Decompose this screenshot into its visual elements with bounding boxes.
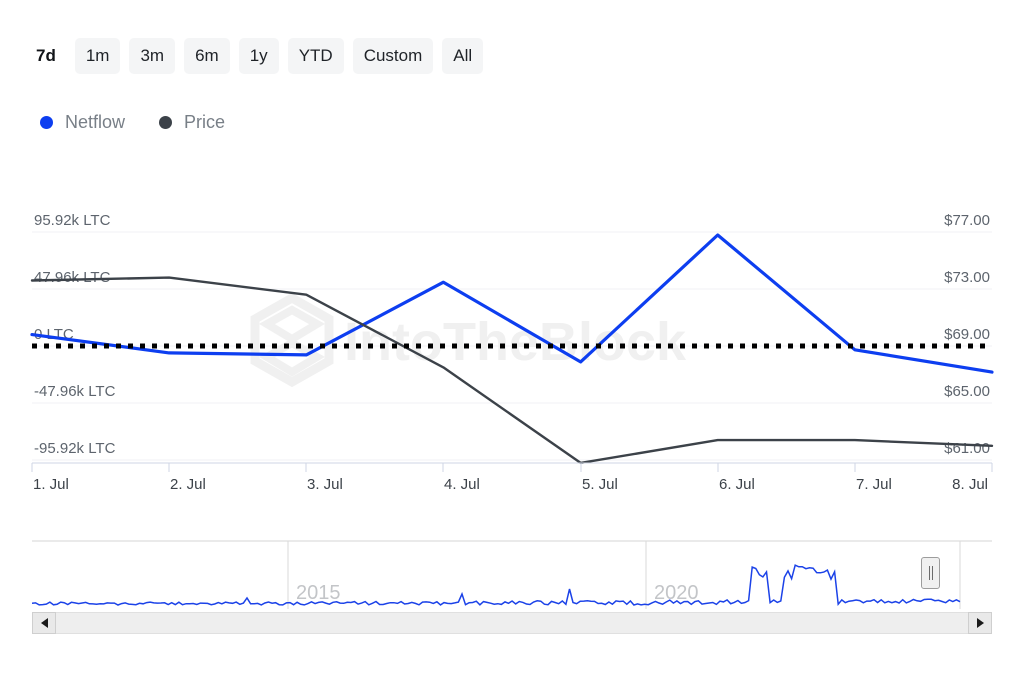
x-axis-tick-label: 6. Jul: [719, 476, 755, 490]
range-button-1y[interactable]: 1y: [239, 38, 279, 74]
scrollbar-thumb[interactable]: [56, 613, 968, 633]
triangle-right-icon: [977, 618, 984, 628]
x-axis-labels: 1. Jul 2. Jul 3. Jul 4. Jul 5. Jul 6. Jul 7. J…: [33, 476, 988, 490]
scrollbar-track[interactable]: [56, 612, 968, 634]
main-chart[interactable]: IntoTheBlock 95.92k LTC47.96k LTC0 LTC-4…: [0, 190, 1024, 490]
navigator-series-line: [32, 565, 960, 605]
chart-svg: IntoTheBlock 95.92k LTC47.96k LTC0 LTC-4…: [0, 190, 1024, 490]
left-axis-tick-label: -47.96k LTC: [34, 383, 116, 400]
legend-label: Price: [184, 113, 225, 131]
left-axis-tick-label: -95.92k LTC: [34, 440, 116, 457]
range-button-custom[interactable]: Custom: [353, 38, 434, 74]
legend-label: Netflow: [65, 113, 125, 131]
legend-item-netflow[interactable]: Netflow: [40, 113, 125, 131]
right-axis-tick-label: $69.00: [944, 326, 990, 343]
scroll-left-button[interactable]: [32, 612, 56, 634]
watermark: IntoTheBlock: [255, 298, 687, 382]
range-button-all[interactable]: All: [442, 38, 483, 74]
legend-item-price[interactable]: Price: [159, 113, 225, 131]
scroll-right-button[interactable]: [968, 612, 992, 634]
x-axis-tick-label: 5. Jul: [582, 476, 618, 490]
right-axis-tick-label: $73.00: [944, 269, 990, 286]
triangle-left-icon: [41, 618, 48, 628]
navigator-right-handle[interactable]: [921, 557, 940, 589]
series-dot-icon: [159, 116, 172, 129]
right-axis-tick-label: $65.00: [944, 383, 990, 400]
x-axis-tick-label: 7. Jul: [856, 476, 892, 490]
x-axis-tick-label: 4. Jul: [444, 476, 480, 490]
time-range-selector[interactable]: 7d1m3m6m1yYTDCustomAll: [32, 38, 483, 74]
left-axis-tick-label: 47.96k LTC: [34, 269, 111, 286]
chart-legend: Netflow Price: [40, 113, 225, 131]
x-axis-tick-label: 8. Jul: [952, 476, 988, 490]
range-button-ytd[interactable]: YTD: [288, 38, 344, 74]
x-axis-tick-label: 1. Jul: [33, 476, 69, 490]
resize-grip-icon: [929, 566, 930, 580]
range-button-6m[interactable]: 6m: [184, 38, 230, 74]
navigator-scrollbar[interactable]: [32, 612, 992, 634]
navigator-svg: 2015 2020: [32, 533, 992, 613]
hexagon-logo-icon: [255, 298, 329, 382]
x-axis-ticks: [32, 463, 992, 472]
left-axis-labels: 95.92k LTC47.96k LTC0 LTC-47.96k LTC-95.…: [34, 212, 116, 457]
range-button-1m[interactable]: 1m: [75, 38, 121, 74]
left-axis-tick-label: 95.92k LTC: [34, 212, 111, 229]
x-axis-tick-label: 2. Jul: [170, 476, 206, 490]
right-axis-tick-label: $61.00: [944, 440, 990, 457]
chart-navigator[interactable]: 2015 2020: [32, 533, 992, 613]
range-button-3m[interactable]: 3m: [129, 38, 175, 74]
right-axis-labels: $77.00 $73.00 $69.00 $65.00 $61.00: [944, 212, 990, 457]
x-axis-tick-label: 3. Jul: [307, 476, 343, 490]
resize-grip-icon: [932, 566, 933, 580]
series-dot-icon: [40, 116, 53, 129]
navigator-year-label: 2015: [296, 582, 341, 604]
range-button-7d[interactable]: 7d: [32, 38, 66, 74]
right-axis-tick-label: $77.00: [944, 212, 990, 229]
